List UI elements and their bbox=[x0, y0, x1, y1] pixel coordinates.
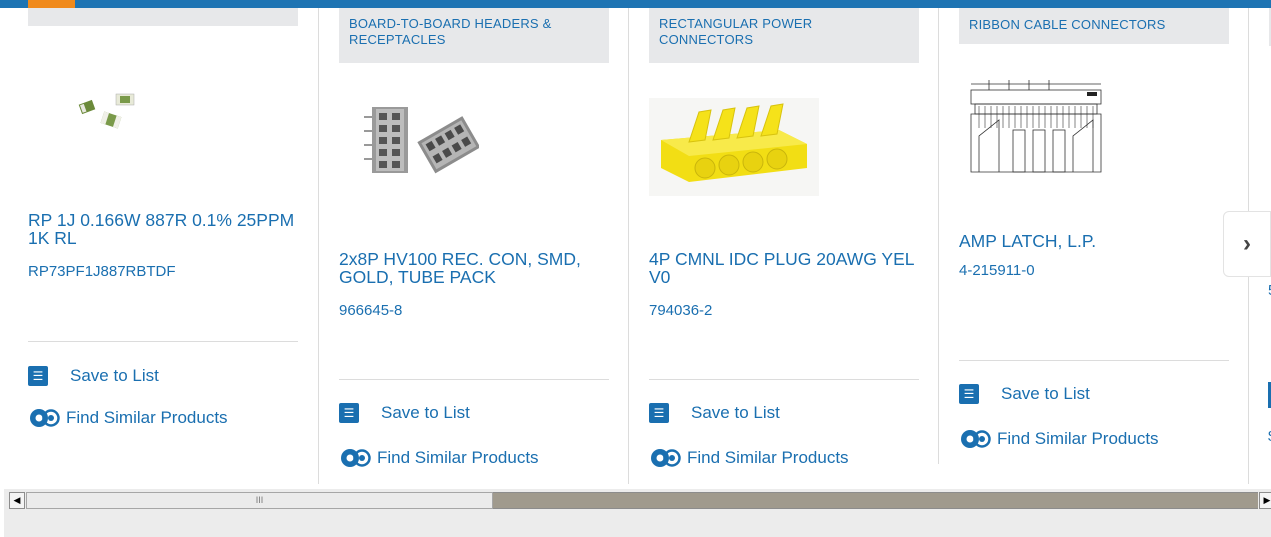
find-similar-button[interactable]: Find Similar Products bbox=[649, 446, 849, 470]
checklist-icon: ☰ bbox=[28, 366, 48, 386]
product-card: RP 1J 0.166W 887R 0.1% 25PPM 1K RL RP73P… bbox=[28, 0, 318, 488]
gears-icon bbox=[30, 409, 60, 427]
save-to-list-label: Save to List bbox=[1001, 384, 1090, 403]
part-number[interactable]: RP73PF1J887RBTDF bbox=[28, 263, 176, 280]
find-similar-button[interactable]: Find Similar Products bbox=[28, 406, 228, 430]
gears-icon bbox=[341, 449, 371, 467]
divider bbox=[649, 379, 919, 380]
divider bbox=[28, 341, 298, 342]
top-accent-bar bbox=[0, 0, 1271, 8]
top-accent-orange bbox=[28, 0, 75, 8]
checklist-icon: ☰ bbox=[649, 403, 669, 423]
horizontal-scrollbar[interactable]: ◀ III ▶ bbox=[4, 489, 1271, 513]
divider bbox=[959, 360, 1229, 361]
product-carousel: RP 1J 0.166W 887R 0.1% 25PPM 1K RL RP73P… bbox=[0, 0, 1271, 488]
scroll-left-arrow-icon[interactable]: ◀ bbox=[9, 492, 25, 509]
save-to-list-button[interactable]: ☰ Save to List bbox=[339, 403, 470, 423]
save-to-list-label: Save to List bbox=[691, 403, 780, 422]
save-to-list-button[interactable]: ☰ Save to List bbox=[959, 384, 1090, 404]
ribbon-connector-drawing[interactable] bbox=[969, 80, 1104, 180]
checklist-icon: ☰ bbox=[339, 403, 359, 423]
scroll-right-arrow-icon[interactable]: ▶ bbox=[1259, 492, 1271, 509]
board-headers-image[interactable] bbox=[364, 97, 479, 187]
smd-resistors-image[interactable] bbox=[76, 88, 146, 138]
chevron-right-icon: › bbox=[1243, 230, 1251, 257]
product-title[interactable]: 2x8P HV100 REC. CON, SMD, GOLD, TUBE PAC… bbox=[339, 250, 609, 286]
save-to-list-label: Save to List bbox=[70, 366, 159, 385]
product-title[interactable]: AMP LATCH, L.P. bbox=[959, 232, 1229, 250]
find-similar-button[interactable]: Find Similar Products bbox=[339, 446, 539, 470]
yellow-plug-image[interactable] bbox=[649, 98, 819, 196]
carousel-next-button[interactable]: › bbox=[1223, 211, 1271, 277]
page-bottom-area bbox=[4, 513, 1271, 537]
product-title[interactable]: 4P CMNL IDC PLUG 20AWG YEL V0 bbox=[649, 250, 919, 286]
find-similar-label: Find Similar Products bbox=[997, 429, 1159, 448]
checklist-icon: ☰ bbox=[959, 384, 979, 404]
find-similar-label: Find Similar Products bbox=[687, 448, 849, 467]
product-card: RECTANGULAR POWER CONNECTORS 4P CMNL IDC… bbox=[649, 0, 939, 488]
gears-icon bbox=[651, 449, 681, 467]
find-similar-label: Find Similar Products bbox=[66, 408, 228, 427]
part-number[interactable]: 794036-2 bbox=[649, 302, 712, 319]
product-card: BOARD-TO-BOARD HEADERS & RECEPTACLES 2x8… bbox=[339, 0, 629, 488]
save-to-list-button[interactable]: ☰ Save to List bbox=[28, 366, 159, 386]
card-separator bbox=[318, 0, 319, 484]
save-to-list-button[interactable]: ☰ Save to List bbox=[649, 403, 780, 423]
scrollbar-thumb[interactable]: III bbox=[26, 492, 493, 509]
find-similar-button[interactable]: Find Similar Products bbox=[959, 427, 1159, 451]
save-to-list-label: Save to List bbox=[381, 403, 470, 422]
gears-icon bbox=[961, 430, 991, 448]
category-label[interactable]: BOARD-TO-BOARD HEADERS & RECEPTACLES bbox=[339, 8, 609, 63]
find-similar-label: Find Similar Products bbox=[377, 448, 539, 467]
card-separator bbox=[938, 0, 939, 464]
part-number[interactable]: 966645-8 bbox=[339, 302, 402, 319]
divider bbox=[339, 379, 609, 380]
category-label[interactable]: RECTANGULAR POWER CONNECTORS bbox=[649, 8, 919, 63]
product-card: RIBBON CABLE CONNECTORS AMP LATCH, L.P. … bbox=[959, 0, 1249, 488]
part-number[interactable]: 4-215911-0 bbox=[959, 262, 1035, 279]
product-title[interactable]: RP 1J 0.166W 887R 0.1% 25PPM 1K RL bbox=[28, 211, 298, 247]
card-separator bbox=[628, 0, 629, 484]
